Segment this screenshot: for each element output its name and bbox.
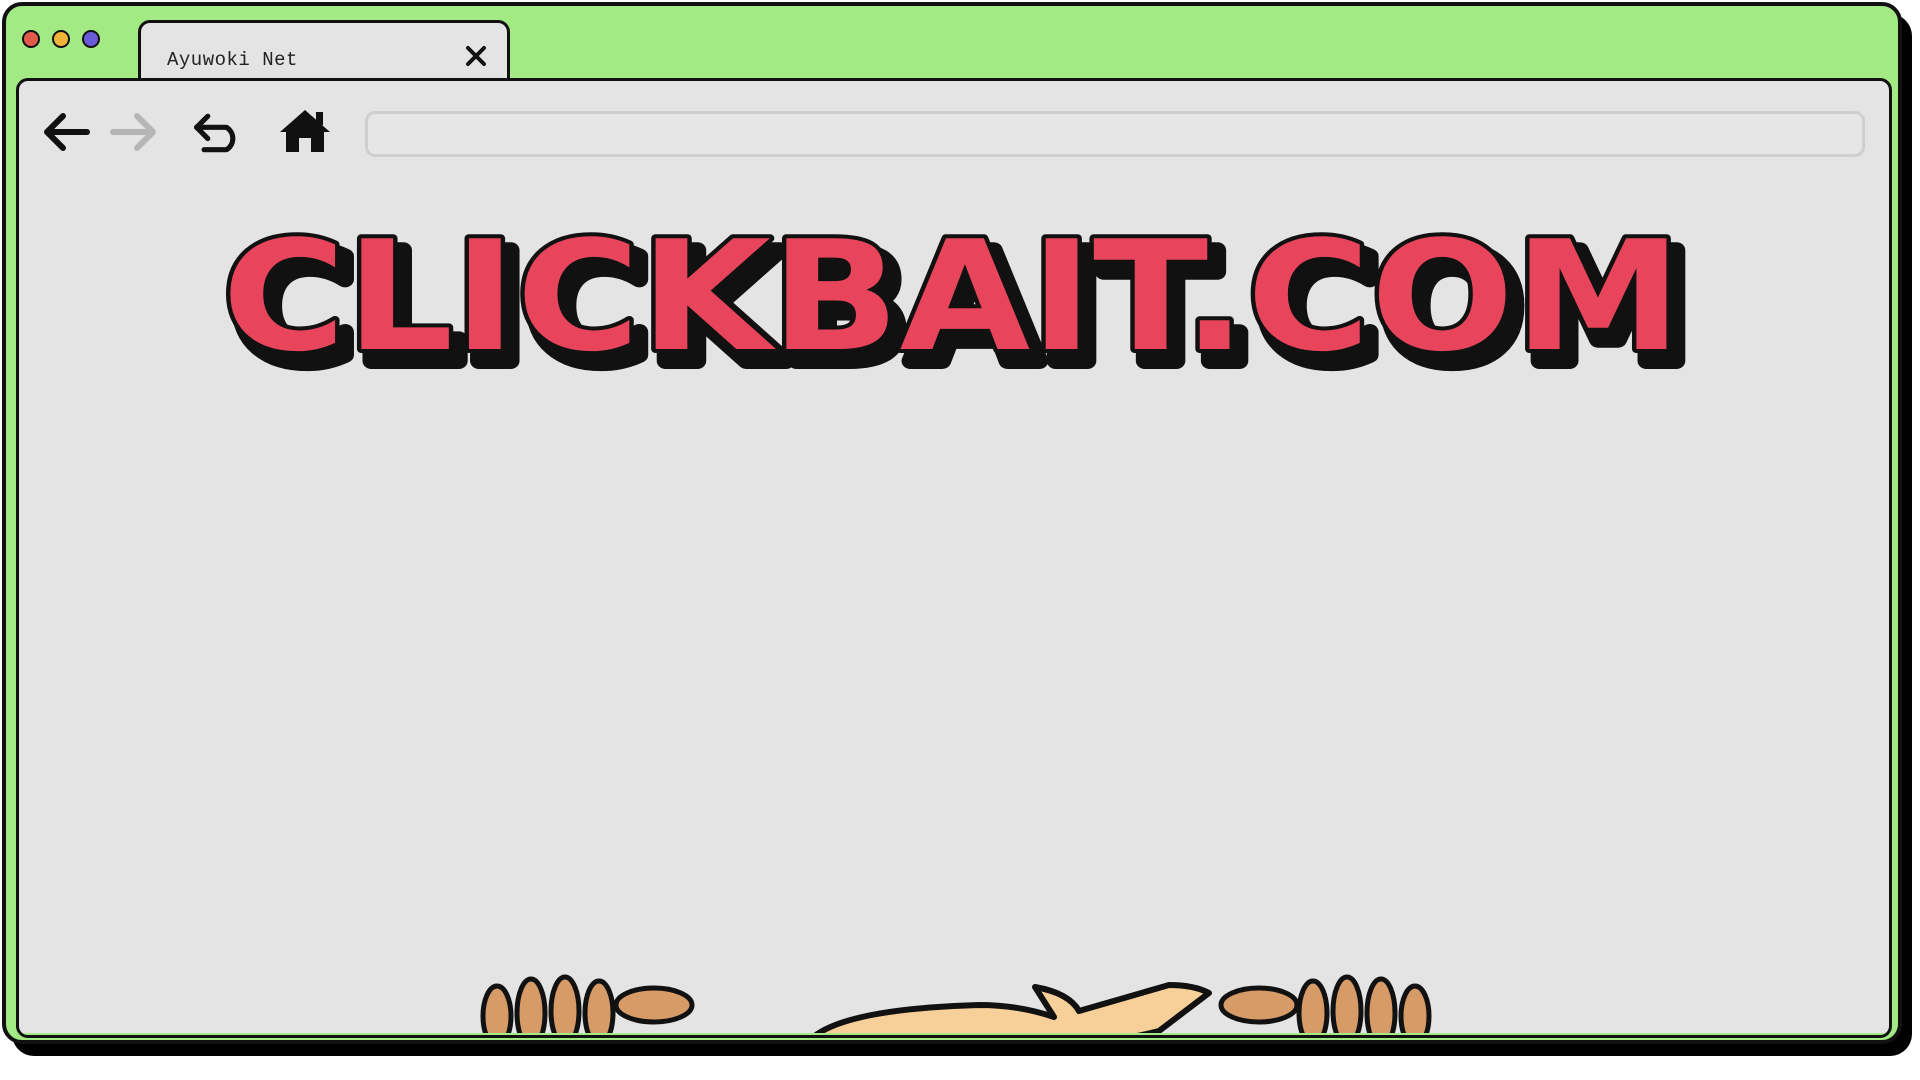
peeking-hands-icon [19,974,1889,1035]
close-icon[interactable] [461,41,491,71]
site-logo: CLICKBAIT.COM CLICKBAIT.COM [218,211,1700,405]
close-window-dot[interactable] [22,30,40,48]
tab-title: Ayuwoki Net [167,49,298,71]
arrow-left-icon[interactable] [37,107,93,157]
window-controls [22,30,100,48]
minimize-window-dot[interactable] [52,30,70,48]
browser-tab[interactable]: Ayuwoki Net [138,20,510,84]
logo-text: CLICKBAIT.COM [222,211,1682,385]
browser-window: Ayuwoki Net CLICKBAIT.COM CLICKBAIT.COM [2,2,1902,1044]
address-bar[interactable] [365,111,1865,157]
arrow-right-icon[interactable] [107,107,163,157]
desktop: Ayuwoki Net CLICKBAIT.COM CLICKBAIT.COM [0,0,1920,1080]
browser-viewport: CLICKBAIT.COM CLICKBAIT.COM [16,78,1892,1038]
home-icon[interactable] [277,105,333,155]
undo-icon[interactable] [191,107,247,157]
maximize-window-dot[interactable] [82,30,100,48]
